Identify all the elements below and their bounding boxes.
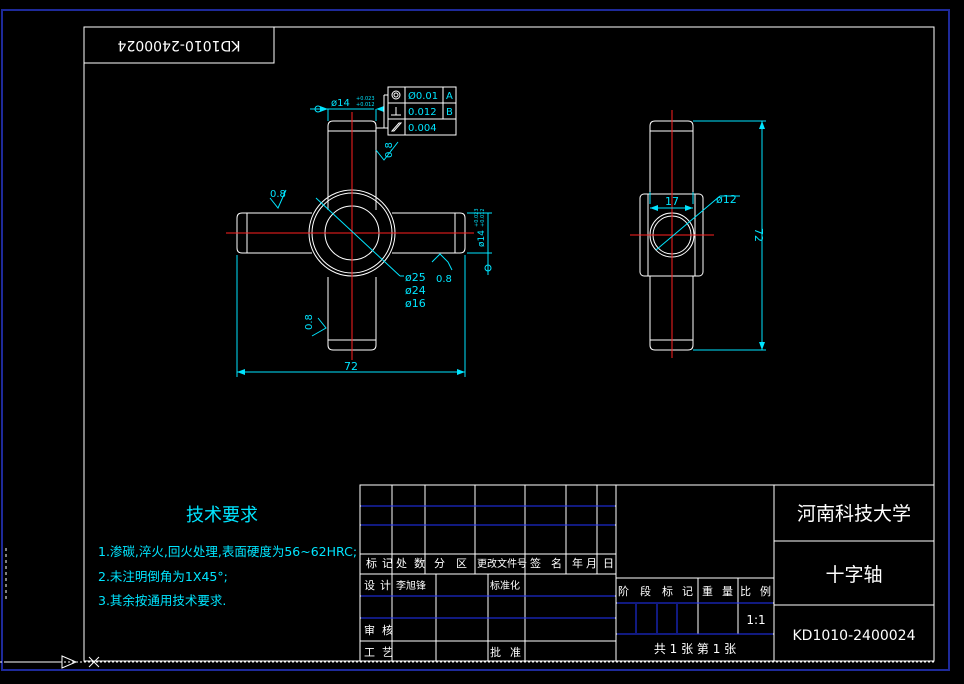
cad-drawing: KD1010-2400024 ø14 +0.023 +0.012 72 ø14 … (0, 9, 950, 671)
designer-name: 李旭锋 (396, 579, 426, 592)
scale-value: 1:1 (746, 613, 765, 627)
stage-h-2: 段 (640, 584, 651, 598)
side-view: 17 ø12 72 (630, 110, 766, 358)
title-block: 标 记 处 数 分 区 更改文件号 签 名 年 月 日 设 计 李旭锋 标准化 … (359, 484, 935, 662)
gdt-value-1: Ø0.01 (408, 90, 438, 102)
front-view: ø14 +0.023 +0.012 72 ø14 +0.023 +0.012 ø… (226, 86, 492, 377)
dim-d12: ø12 (716, 193, 737, 206)
row-design-2: 计 (380, 579, 391, 592)
part-name: 十字轴 (825, 564, 882, 586)
rev-h-biao: 标 (366, 556, 377, 570)
standardization-label: 标准化 (490, 579, 520, 592)
stage-h-8: 例 (760, 584, 771, 598)
row-design-1: 设 (364, 579, 375, 592)
tech-requirements: 技术要求 1.渗碳,淬火,回火处理,表面硬度为56~62HRC; 2.未注明倒角… (98, 505, 357, 608)
school-name: 河南科技大学 (797, 503, 911, 525)
row-process-1: 工 (364, 646, 375, 659)
dim-72-bottom: 72 (344, 360, 358, 373)
rev-h-fen: 分 (434, 557, 445, 570)
rev-h-qian: 签 (530, 556, 541, 570)
stage-h-5: 重 (702, 584, 713, 598)
tech-req-item-3: 3.其余按通用技术要求. (98, 593, 226, 608)
rev-h-doc: 更改文件号 (477, 557, 527, 570)
tech-req-item-2: 2.未注明倒角为1X45°; (98, 569, 228, 584)
row-review-2: 核 (382, 623, 393, 637)
dim-d16: ø16 (405, 297, 426, 310)
roughness-left: 0.8 (270, 189, 286, 200)
title-block-code: KD1010-2400024 (793, 628, 916, 644)
rev-h-ji: 记 (382, 557, 393, 570)
approve-1: 批 (490, 645, 501, 659)
stage-h-4: 记 (682, 585, 693, 598)
rev-h-qu: 区 (456, 557, 467, 570)
dim-d25: ø25 (405, 271, 426, 284)
dim-tol-right-minus: +0.012 (480, 208, 486, 227)
dim-d24: ø24 (405, 284, 426, 297)
rev-h-ming: 名 (551, 556, 562, 570)
stage-h-7: 比 (740, 585, 751, 598)
rev-h-shu: 数 (414, 557, 425, 570)
gdt-value-2: 0.012 (408, 107, 437, 118)
dim-d14-top: ø14 (331, 98, 350, 109)
roughness-bottom: 0.8 (304, 314, 315, 330)
tech-req-title: 技术要求 (186, 505, 258, 526)
row-review-1: 审 (364, 623, 375, 637)
row-process-2: 艺 (382, 646, 393, 659)
tech-req-item-1: 1.渗碳,淬火,回火处理,表面硬度为56~62HRC; (98, 544, 357, 559)
gdt-datum-a: A (446, 91, 453, 102)
dim-17: 17 (665, 195, 679, 208)
dim-tol-top-minus: +0.012 (356, 102, 375, 108)
stage-h-6: 量 (722, 585, 733, 598)
roughness-top: 0.8 (384, 142, 395, 158)
rev-h-yue: 月 (586, 557, 597, 570)
rev-h-chu: 处 (396, 557, 407, 570)
stage-h-3: 标 (662, 584, 673, 598)
gdt-value-3: 0.004 (408, 123, 437, 134)
rev-h-ri: 日 (603, 557, 614, 570)
sheet-count: 共 1 张 第 1 张 (654, 642, 736, 656)
code-box-text: KD1010-2400024 (117, 37, 240, 53)
gdt-datum-b: B (446, 107, 453, 118)
roughness-right: 0.8 (436, 274, 452, 285)
dim-72-right: 72 (752, 228, 765, 242)
approve-2: 准 (510, 646, 521, 659)
stage-h-1: 阶 (618, 584, 629, 598)
rev-h-nian: 年 (572, 556, 583, 570)
dim-d14-right: ø14 (477, 230, 487, 247)
